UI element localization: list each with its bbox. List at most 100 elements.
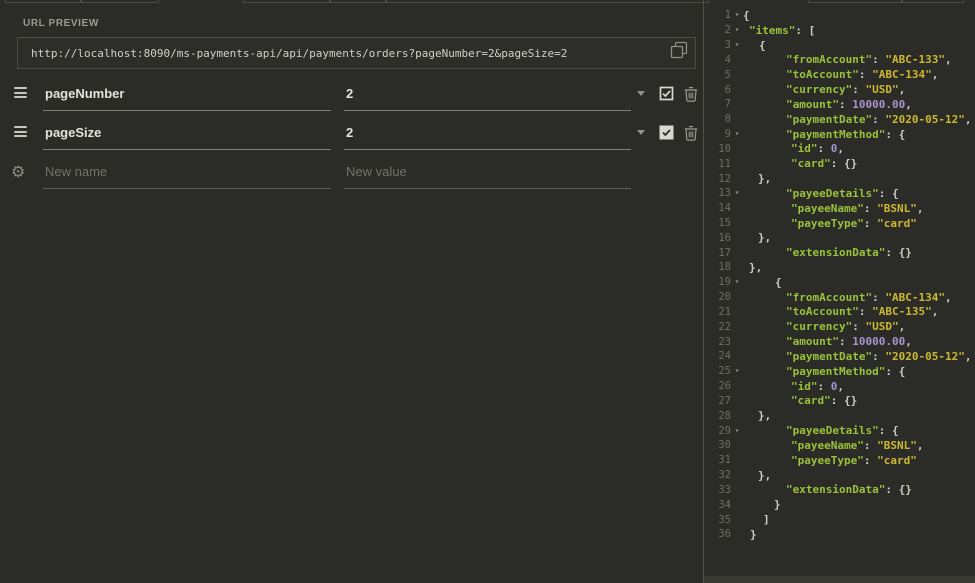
- panel-divider: [703, 0, 704, 583]
- tab-ghost: [330, 0, 386, 3]
- line-number: 32: [710, 469, 731, 481]
- line-number: 23: [710, 336, 731, 348]
- line-number: 15: [710, 217, 731, 229]
- json-line: 24"paymentDate": "2020-05-12",: [710, 349, 975, 364]
- json-code: ]: [743, 513, 770, 526]
- param-name-input[interactable]: [43, 117, 331, 150]
- json-code: "amount": 10000.00,: [743, 98, 912, 111]
- json-code: "fromAccount": "ABC-133",: [743, 53, 952, 66]
- url-preview-label: URL PREVIEW: [23, 18, 99, 29]
- json-code: },: [743, 231, 771, 244]
- line-number: 8: [710, 113, 731, 125]
- json-code: "payeeDetails": {: [743, 187, 899, 200]
- line-number: 12: [710, 173, 731, 185]
- delete-param-button[interactable]: [684, 86, 698, 102]
- json-line: 23"amount": 10000.00,: [710, 334, 975, 349]
- new-param-value-input[interactable]: [344, 156, 631, 189]
- json-code: },: [743, 409, 771, 422]
- json-line: 33"extensionData": {}: [710, 483, 975, 498]
- param-value-input[interactable]: [344, 117, 631, 150]
- json-code: "currency": "USD",: [743, 320, 905, 333]
- json-line: 7"amount": 10000.00,: [710, 97, 975, 112]
- param-name-input[interactable]: [43, 78, 331, 111]
- fold-toggle-icon[interactable]: ▾: [731, 41, 743, 49]
- json-line: 3▾{: [710, 38, 975, 53]
- json-line: 35]: [710, 512, 975, 527]
- line-number: 36: [710, 528, 731, 540]
- json-code: "payeeDetails": {: [743, 424, 899, 437]
- line-number: 25: [710, 365, 731, 377]
- response-scrollbar-track[interactable]: [704, 576, 975, 583]
- fold-toggle-icon[interactable]: ▾: [731, 130, 743, 138]
- json-line: 18},: [710, 260, 975, 275]
- copy-icon: [669, 40, 689, 60]
- json-code: "toAccount": "ABC-135",: [743, 305, 938, 318]
- line-number: 13: [710, 187, 731, 199]
- checkbox-checked-icon: [659, 86, 674, 101]
- delete-param-button[interactable]: [684, 125, 698, 141]
- json-code: },: [743, 172, 771, 185]
- json-line: 8"paymentDate": "2020-05-12",: [710, 112, 975, 127]
- json-code: }: [743, 498, 781, 511]
- line-number: 22: [710, 321, 731, 333]
- fold-toggle-icon[interactable]: ▾: [731, 278, 743, 286]
- line-number: 9: [710, 128, 731, 140]
- param-enabled-checkbox[interactable]: [659, 86, 674, 101]
- drag-handle-icon[interactable]: [14, 126, 27, 140]
- param-row: [0, 78, 703, 111]
- json-line: 12},: [710, 171, 975, 186]
- json-line: 15"payeeType": "card": [710, 216, 975, 231]
- line-number: 24: [710, 350, 731, 362]
- json-code: },: [743, 261, 762, 274]
- json-line: 36}: [710, 527, 975, 542]
- chevron-down-icon[interactable]: [637, 130, 645, 135]
- gear-icon[interactable]: ⚙: [11, 162, 25, 181]
- line-number: 20: [710, 291, 731, 303]
- tab-ghost: [243, 0, 330, 3]
- fold-toggle-icon[interactable]: ▾: [731, 11, 743, 19]
- trash-icon: [684, 86, 698, 102]
- json-line: 16},: [710, 230, 975, 245]
- tab-ghost: [5, 0, 81, 3]
- line-number: 28: [710, 410, 731, 422]
- line-number: 18: [710, 261, 731, 273]
- json-line: 34}: [710, 497, 975, 512]
- chevron-down-icon[interactable]: [637, 91, 645, 96]
- response-panel: 1▾{2▾"items": [3▾{4"fromAccount": "ABC-1…: [710, 0, 975, 576]
- line-number: 21: [710, 306, 731, 318]
- json-line: 26"id": 0,: [710, 379, 975, 394]
- line-number: 34: [710, 499, 731, 511]
- new-param-name-input[interactable]: [43, 156, 331, 189]
- json-line: 5"toAccount": "ABC-134",: [710, 67, 975, 82]
- json-line: 25▾"paymentMethod": {: [710, 364, 975, 379]
- fold-toggle-icon[interactable]: ▾: [731, 26, 743, 34]
- line-number: 17: [710, 247, 731, 259]
- param-enabled-checkbox[interactable]: [659, 125, 674, 140]
- drag-handle-icon[interactable]: [14, 87, 27, 101]
- json-line: 1▾{: [710, 8, 975, 23]
- json-line: 29▾"payeeDetails": {: [710, 423, 975, 438]
- param-value-input[interactable]: [344, 78, 631, 111]
- json-line: 10"id": 0,: [710, 141, 975, 156]
- copy-url-button[interactable]: [669, 40, 689, 60]
- json-line: 13▾"payeeDetails": {: [710, 186, 975, 201]
- fold-toggle-icon[interactable]: ▾: [731, 427, 743, 435]
- json-code: {: [743, 9, 750, 22]
- json-code: "payeeName": "BSNL",: [743, 439, 923, 452]
- json-code: "card": {}: [743, 394, 857, 407]
- json-line: 9▾"paymentMethod": {: [710, 127, 975, 142]
- json-line: 27"card": {}: [710, 394, 975, 409]
- json-line: 31"payeeType": "card": [710, 453, 975, 468]
- line-number: 10: [710, 143, 731, 155]
- json-line: 6"currency": "USD",: [710, 82, 975, 97]
- fold-toggle-icon[interactable]: ▾: [731, 189, 743, 197]
- json-line: 21 "toAccount": "ABC-135",: [710, 305, 975, 320]
- line-number: 1: [710, 9, 731, 21]
- line-number: 5: [710, 69, 731, 81]
- fold-toggle-icon[interactable]: ▾: [731, 367, 743, 375]
- trash-icon: [684, 125, 698, 141]
- new-param-row: ⚙: [0, 156, 703, 189]
- line-number: 11: [710, 158, 731, 170]
- param-row: [0, 117, 703, 150]
- json-line: 17"extensionData": {}: [710, 245, 975, 260]
